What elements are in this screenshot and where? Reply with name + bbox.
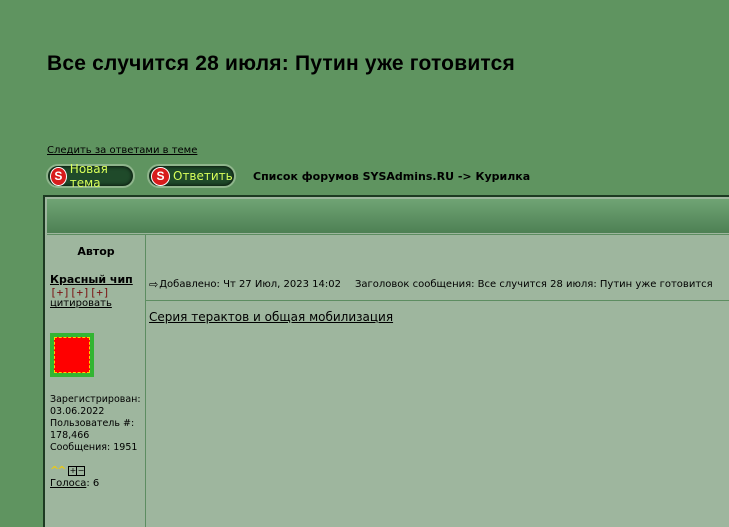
page-title: Все случится 28 июля: Путин уже готовитс… [47,52,515,75]
author-column-header: Автор [47,235,146,268]
author-badges: ^^ + − [50,464,86,477]
breadcrumb-forum-index[interactable]: Список форумов SYSAdmins.RU [253,170,454,183]
table-header-bar [47,199,729,233]
avatar-image [54,337,90,373]
quote-link[interactable]: цитировать [50,298,112,309]
post-table: Автор Красный чип [+][+][+] цитировать З… [43,195,729,527]
plus-minus-icon[interactable]: + − [68,465,86,476]
author-cell: Красный чип [+][+][+] цитировать Зарегис… [47,268,146,527]
votes-value: : 6 [86,478,100,489]
s-logo-icon: S [151,166,170,186]
author-votes: Голоса: 6 [50,478,99,489]
new-topic-label: Новая тема [69,162,108,190]
post-added: Добавлено: Чт 27 Июл, 2023 14:02 [159,278,341,290]
minus-icon[interactable]: − [77,466,85,475]
s-logo-icon: S [50,166,67,186]
post-arrow-icon[interactable]: ⇨ [149,278,158,291]
rank-chevrons-icon: ^^ [50,464,67,477]
plus-icon[interactable]: + [69,466,78,475]
post-body-link[interactable]: Серия терактов и общая мобилизация [149,310,393,324]
breadcrumb-forum[interactable]: Курилка [475,170,530,183]
author-meta: Зарегистрирован: 03.06.2022 Пользователь… [50,394,141,453]
new-topic-button[interactable]: S Новая тема [46,162,135,190]
breadcrumb: Список форумов SYSAdmins.RU -> Курилка [253,170,530,183]
reply-label: Ответить [173,169,233,183]
watch-topic-link[interactable]: Следить за ответами в теме [47,145,197,156]
post-subject: Заголовок сообщения: Все случится 28 июл… [354,278,713,290]
column-header-row: Автор [47,234,729,269]
votes-link[interactable]: Голоса [50,478,86,489]
breadcrumb-separator: -> [454,170,476,183]
post-cell: ⇨ Добавлено: Чт 27 Июл, 2023 14:02 Загол… [146,268,729,527]
author-username[interactable]: Красный чип [50,273,133,286]
post-header: ⇨ Добавлено: Чт 27 Июл, 2023 14:02 Загол… [146,268,729,301]
reply-button[interactable]: S Ответить [147,164,236,188]
avatar [50,333,94,377]
